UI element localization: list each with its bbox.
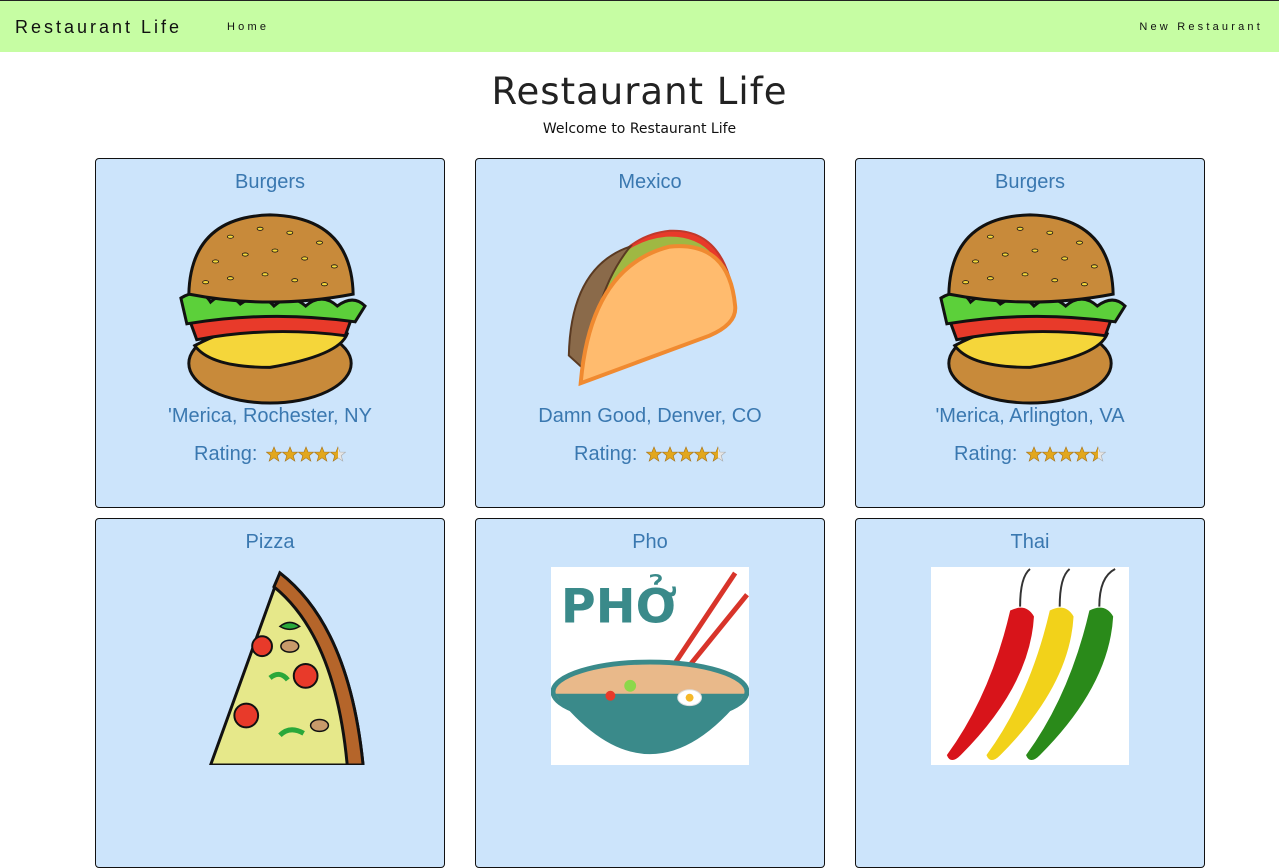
card-cuisine[interactable]: Burgers xyxy=(856,171,1204,194)
star-icon xyxy=(297,446,315,462)
star-icon xyxy=(677,446,695,462)
star-icon xyxy=(281,446,299,462)
burger-icon xyxy=(179,213,367,405)
navbar: Restaurant Life Home New Restaurant xyxy=(0,0,1279,52)
star-rating xyxy=(265,445,346,463)
card-rating: Rating: xyxy=(856,443,1204,466)
restaurant-card[interactable]: Mexico Damn Good, Denver, CO Rating: xyxy=(475,158,825,508)
page-subtitle: Welcome to Restaurant Life xyxy=(542,121,737,137)
star-icon xyxy=(709,446,726,462)
star-rating xyxy=(1025,445,1106,463)
card-location[interactable]: 'Merica, Arlington, VA xyxy=(856,405,1204,428)
star-icon xyxy=(1057,446,1075,462)
taco-icon xyxy=(567,229,738,387)
chili-peppers-icon xyxy=(931,567,1129,765)
restaurant-card[interactable]: Pizza xyxy=(95,518,445,868)
star-icon xyxy=(645,446,663,462)
nav-home-link[interactable]: Home xyxy=(227,21,269,33)
card-cuisine[interactable]: Pho xyxy=(476,531,824,554)
pho-logo-text: PHỞ xyxy=(561,572,677,634)
star-icon xyxy=(1041,446,1059,462)
rating-label: Rating: xyxy=(194,443,258,465)
burger-icon xyxy=(939,213,1127,405)
card-cuisine[interactable]: Burgers xyxy=(96,171,444,194)
star-icon xyxy=(1089,446,1106,462)
nav-new-restaurant-link[interactable]: New Restaurant xyxy=(1139,21,1263,33)
restaurant-card[interactable]: Pho PHỞ xyxy=(475,518,825,868)
card-cuisine[interactable]: Thai xyxy=(856,531,1204,554)
star-icon xyxy=(265,446,283,462)
rating-label: Rating: xyxy=(954,443,1018,465)
card-rating: Rating: xyxy=(476,443,824,466)
brand-link[interactable]: Restaurant Life xyxy=(15,17,182,38)
pizza-icon xyxy=(209,570,365,765)
star-rating xyxy=(645,445,726,463)
card-cuisine[interactable]: Pizza xyxy=(96,531,444,554)
card-location[interactable]: 'Merica, Rochester, NY xyxy=(96,405,444,428)
rating-label: Rating: xyxy=(574,443,638,465)
star-icon xyxy=(1025,446,1043,462)
star-icon xyxy=(313,446,331,462)
pho-icon: PHỞ xyxy=(551,567,749,765)
star-icon xyxy=(661,446,679,462)
card-location[interactable]: Damn Good, Denver, CO xyxy=(476,405,824,428)
star-icon xyxy=(329,446,346,462)
restaurant-card[interactable]: Burgers 'Merica, Rochester, NY Rating: xyxy=(95,158,445,508)
star-icon xyxy=(1073,446,1091,462)
card-cuisine[interactable]: Mexico xyxy=(476,171,824,194)
card-rating: Rating: xyxy=(96,443,444,466)
restaurant-card[interactable]: Thai xyxy=(855,518,1205,868)
restaurant-card[interactable]: Burgers 'Merica, Arlington, VA Rating: xyxy=(855,158,1205,508)
star-icon xyxy=(693,446,711,462)
page-title: Restaurant Life xyxy=(491,70,788,113)
